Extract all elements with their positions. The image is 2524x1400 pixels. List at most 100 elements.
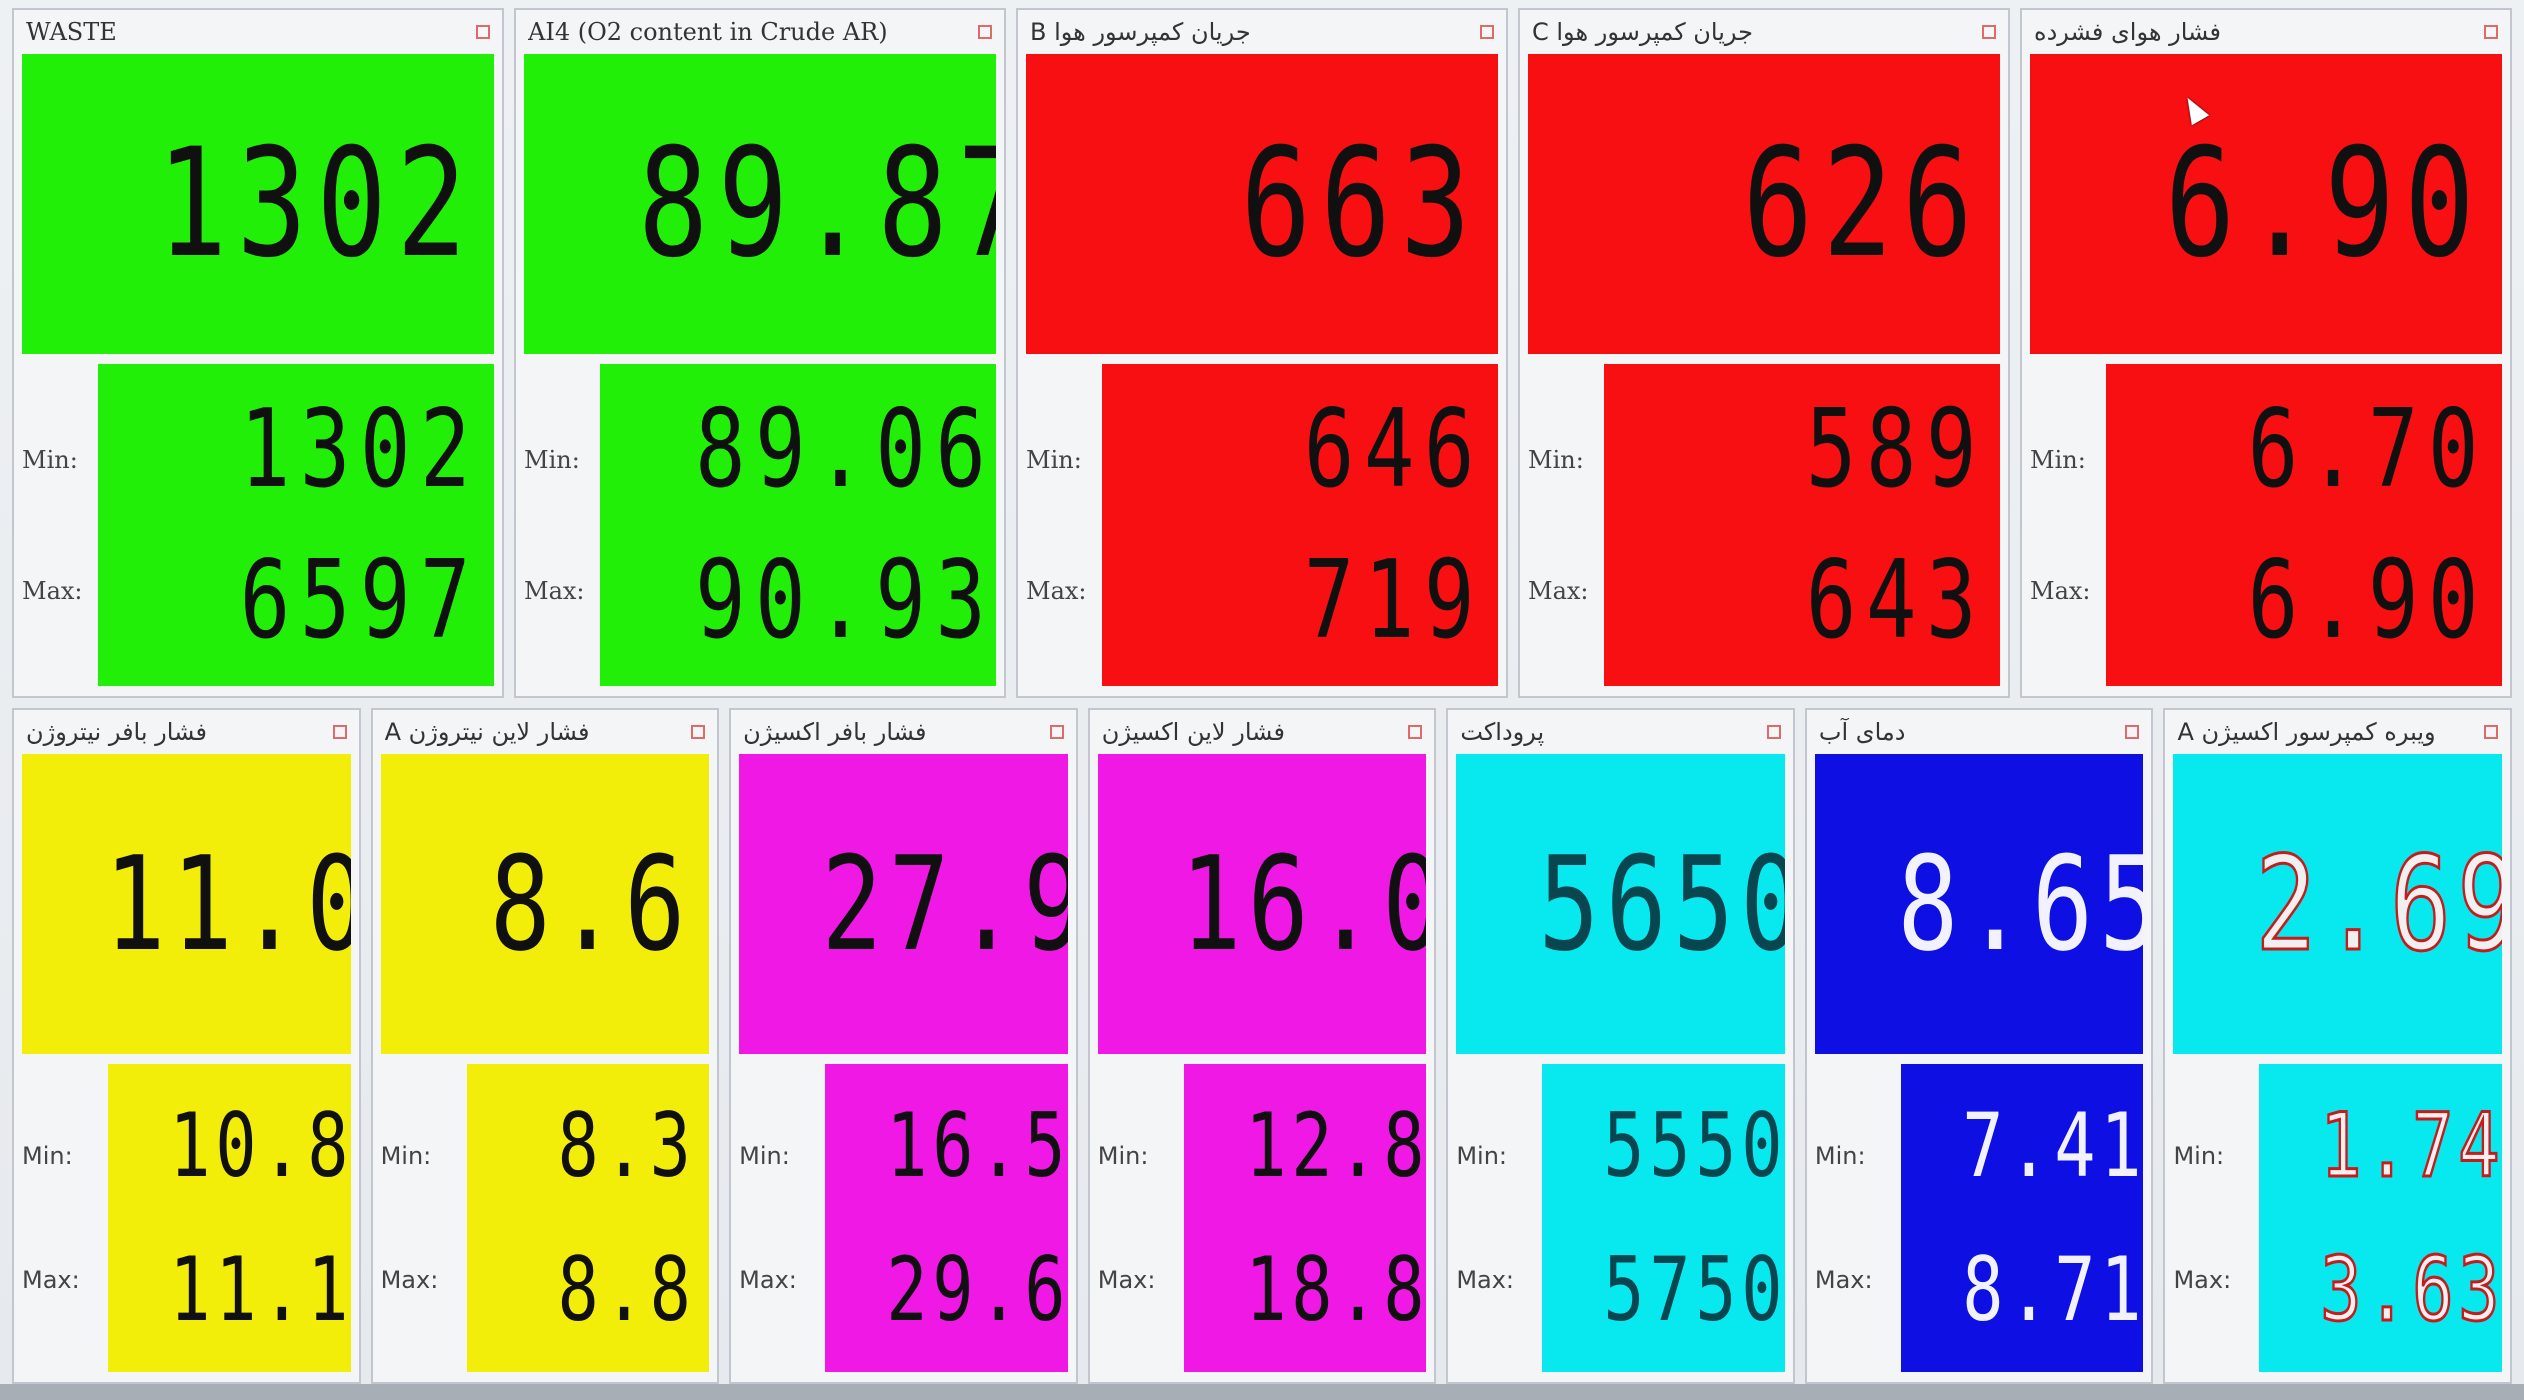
main-value-display: 626 <box>1528 54 2000 354</box>
min-value: 5550 <box>1603 1094 1785 1197</box>
max-label: Max: <box>1097 1266 1156 1294</box>
panel-grid: WASTE 1302 Min: Max: 1302 6597 AI4 (O2 c… <box>0 0 2524 1400</box>
min-label: Min: <box>2173 1142 2225 1170</box>
max-label: Max: <box>1456 1266 1515 1294</box>
panel-compressed-air-pressure[interactable]: فشار هوای فشرده 6.90 Min: Max: 6.70 6.90 <box>2020 8 2512 698</box>
max-value: 3.63 <box>2320 1238 2503 1341</box>
min-max-labels: Min: Max: <box>22 1064 108 1372</box>
min-max-section: Min: Max: 1302 6597 <box>22 364 494 686</box>
panel-titlebar: A ویبره کمپرسور اکسیژن <box>2173 710 2502 754</box>
panel-titlebar: فشار هوای فشرده <box>2030 10 2502 54</box>
main-value-display: 16.0 <box>1097 754 1427 1054</box>
panel-titlebar: C جریان کمپرسور هوا <box>1528 10 2000 54</box>
min-label: Min: <box>524 445 580 474</box>
max-value: 90.93 <box>694 537 996 663</box>
close-icon[interactable] <box>1766 725 1781 739</box>
panel-titlebar: WASTE <box>22 10 494 54</box>
min-max-labels: Min: Max: <box>1098 1064 1184 1372</box>
panel-product[interactable]: پروداکت 5650 Min: Max: 5550 5750 <box>1446 708 1795 1384</box>
main-value-display: 6.90 <box>2030 54 2502 354</box>
panel-oxygen-line-pressure[interactable]: فشار لاین اکسیژن 16.0 Min: Max: 12.8 18.… <box>1087 708 1437 1384</box>
panel-oxygen-compressor-vibration-a[interactable]: A ویبره کمپرسور اکسیژن 2.69 Min: Max: 1.… <box>2163 708 2513 1384</box>
close-icon[interactable] <box>1408 725 1423 739</box>
min-max-section: Min: Max: 1.74 3.63 <box>2173 1064 2503 1372</box>
min-max-display: 12.8 18.8 <box>1183 1064 1427 1372</box>
min-max-section: Min: Max: 12.8 18.8 <box>1098 1064 1427 1372</box>
panel-title: پروداکت <box>1460 718 1545 746</box>
close-icon[interactable] <box>978 25 992 39</box>
max-label: Max: <box>524 576 585 605</box>
min-max-display: 16.5 29.6 <box>825 1064 1068 1372</box>
close-icon[interactable] <box>332 725 347 739</box>
max-value: 18.8 <box>1244 1238 1427 1341</box>
panel-waste[interactable]: WASTE 1302 Min: Max: 1302 6597 <box>12 8 504 698</box>
panel-title: AI4 (O2 content in Crude AR) <box>528 18 888 46</box>
panel-nitrogen-line-pressure-a[interactable]: A فشار لاین نیتروژن 8.6 Min: Max: 8.3 8.… <box>370 708 720 1384</box>
main-value: 663 <box>1240 117 1480 291</box>
close-icon[interactable] <box>476 25 490 39</box>
close-icon[interactable] <box>1049 725 1064 739</box>
max-value: 6.90 <box>2247 537 2488 663</box>
min-value: 646 <box>1303 386 1484 512</box>
main-value-display: 89.87 <box>524 54 996 354</box>
panel-titlebar: B جریان کمپرسور هوا <box>1026 10 1498 54</box>
main-value-display: 663 <box>1026 54 1498 354</box>
panel-title: WASTE <box>26 18 117 46</box>
main-value: 626 <box>1742 117 1982 291</box>
panel-title: A ویبره کمپرسور اکسیژن <box>2177 718 2436 746</box>
main-value: 11.0 <box>104 828 351 980</box>
min-label: Min: <box>22 445 78 474</box>
max-value: 8.8 <box>557 1238 696 1341</box>
min-max-display: 646 719 <box>1102 364 1498 686</box>
max-value: 5750 <box>1603 1238 1785 1341</box>
main-value-display: 11.0 <box>22 754 351 1054</box>
min-value: 589 <box>1805 386 1986 512</box>
max-label: Max: <box>1528 576 1589 605</box>
panel-title: B جریان کمپرسور هوا <box>1030 18 1251 46</box>
max-label: Max: <box>1026 576 1087 605</box>
main-value: 5650 <box>1538 828 1785 980</box>
max-value: 8.71 <box>1962 1238 2144 1341</box>
main-value-display: 2.69 <box>2173 754 2503 1054</box>
panel-titlebar: فشار لاین اکسیژن <box>1098 710 1427 754</box>
min-max-labels: Min: Max: <box>524 364 600 686</box>
min-max-section: Min: Max: 89.06 90.93 <box>524 364 996 686</box>
panel-water-temperature[interactable]: دمای آب 8.65 Min: Max: 7.41 8.71 <box>1804 708 2154 1384</box>
main-value: 1302 <box>156 117 477 291</box>
panel-air-compressor-flow-b[interactable]: B جریان کمپرسور هوا 663 Min: Max: 646 71… <box>1016 8 1508 698</box>
main-value: 16.0 <box>1180 828 1427 980</box>
panel-title: A فشار لاین نیتروژن <box>384 718 590 746</box>
min-max-labels: Min: Max: <box>1026 364 1102 686</box>
close-icon[interactable] <box>1480 25 1494 39</box>
max-label: Max: <box>1814 1266 1873 1294</box>
panel-nitrogen-buffer-pressure[interactable]: فشار بافر نیتروژن 11.0 Min: Max: 10.8 11… <box>12 708 361 1384</box>
min-value: 16.5 <box>886 1094 1068 1197</box>
panel-ai4-o2-content[interactable]: AI4 (O2 content in Crude AR) 89.87 Min: … <box>514 8 1006 698</box>
max-value: 6597 <box>239 537 480 663</box>
panel-oxygen-buffer-pressure[interactable]: فشار بافر اکسیژن 27.9 Min: Max: 16.5 29.… <box>729 708 1078 1384</box>
main-value: 27.9 <box>821 828 1068 980</box>
panel-titlebar: فشار بافر نیتروژن <box>22 710 351 754</box>
panel-title: فشار لاین اکسیژن <box>1101 718 1286 746</box>
panel-title: فشار هوای فشرده <box>2034 18 2221 46</box>
close-icon[interactable] <box>2125 725 2140 739</box>
max-label: Max: <box>22 1266 80 1294</box>
min-max-display: 589 643 <box>1604 364 2000 686</box>
min-max-display: 10.8 11.1 <box>108 1064 351 1372</box>
top-row: WASTE 1302 Min: Max: 1302 6597 AI4 (O2 c… <box>0 8 2524 698</box>
main-value-display: 5650 <box>1456 754 1785 1054</box>
min-label: Min: <box>22 1142 73 1170</box>
min-value: 89.06 <box>694 386 996 512</box>
main-value: 2.69 <box>2255 828 2503 980</box>
panel-title: C جریان کمپرسور هوا <box>1532 18 1753 46</box>
panel-title: فشار بافر اکسیژن <box>743 718 927 746</box>
min-max-labels: Min: Max: <box>381 1064 467 1372</box>
close-icon[interactable] <box>691 725 706 739</box>
close-icon[interactable] <box>2484 725 2499 739</box>
min-max-section: Min: Max: 16.5 29.6 <box>739 1064 1068 1372</box>
max-label: Max: <box>380 1266 439 1294</box>
close-icon[interactable] <box>1982 25 1996 39</box>
close-icon[interactable] <box>2484 25 2498 39</box>
min-max-display: 1.74 3.63 <box>2259 1064 2503 1372</box>
panel-air-compressor-flow-c[interactable]: C جریان کمپرسور هوا 626 Min: Max: 589 64… <box>1518 8 2010 698</box>
